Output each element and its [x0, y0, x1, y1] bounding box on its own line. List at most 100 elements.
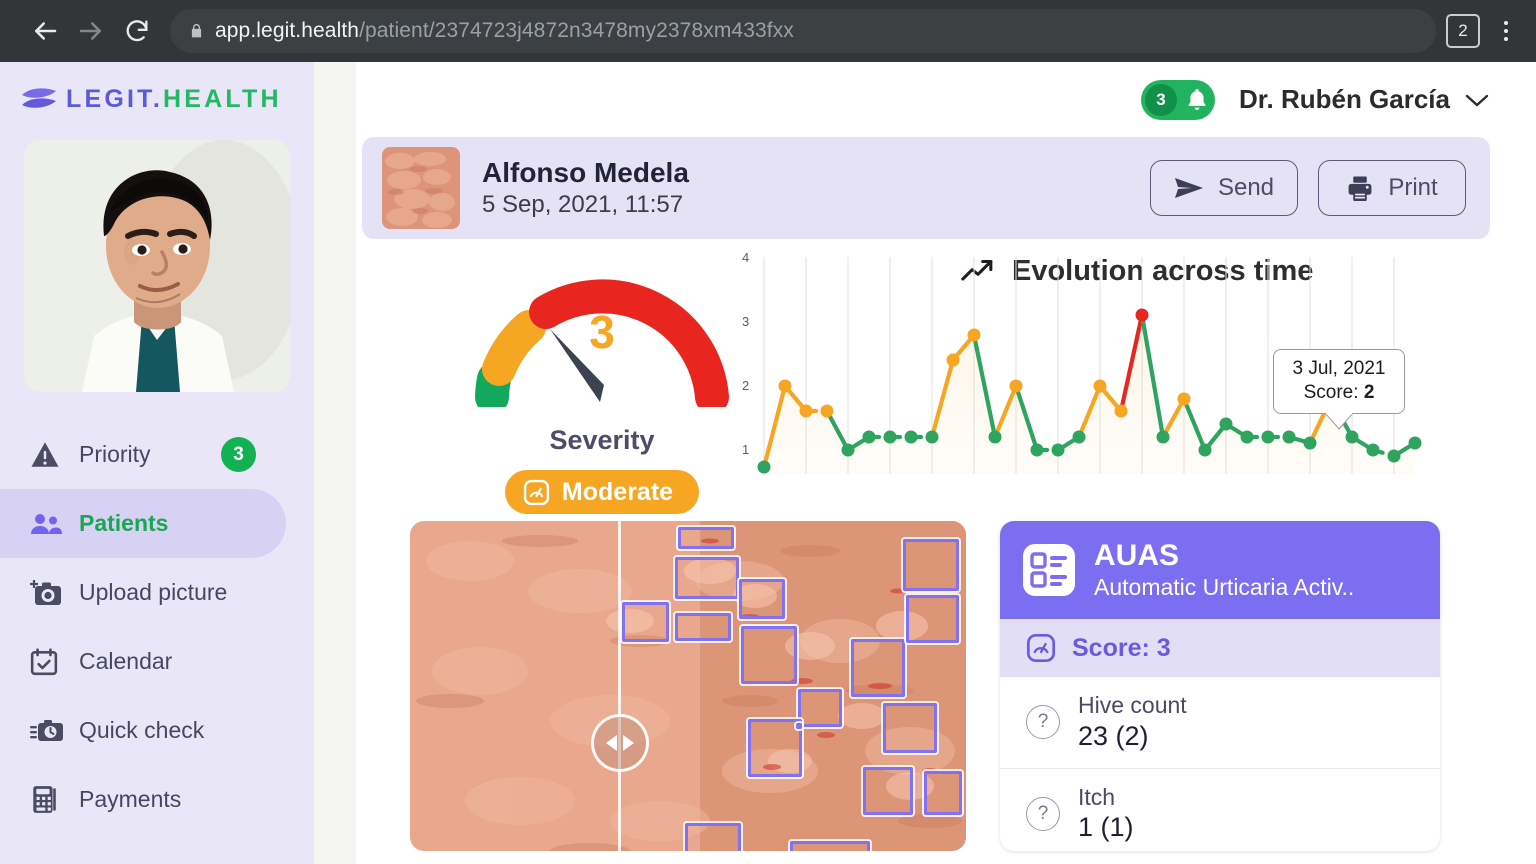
severity-gauge: 3 [472, 257, 732, 414]
lesion-box[interactable] [622, 602, 669, 642]
lesion-box[interactable] [903, 539, 959, 591]
avatar [24, 140, 290, 392]
print-button[interactable]: Print [1318, 160, 1466, 216]
lesion-box[interactable] [863, 767, 913, 815]
lesion-box[interactable] [748, 719, 802, 777]
people-icon [30, 512, 64, 536]
auas-item-itch[interactable]: ? Itch 1 (1) [1000, 769, 1440, 852]
camera-clock-icon [30, 719, 64, 743]
address-bar[interactable]: app.legit.health/patient/2374723j4872n34… [170, 9, 1436, 53]
lesion-box[interactable] [739, 579, 785, 619]
severity-status-badge[interactable]: Moderate [504, 470, 700, 514]
speedometer-icon [523, 479, 550, 505]
chart-ytick-3: 3 [742, 314, 749, 329]
comparison-slider-handle[interactable] [591, 714, 649, 772]
lesion-box[interactable] [685, 823, 741, 851]
chart-tooltip-score-value: 2 [1363, 381, 1375, 403]
sidebar-item-label: Payments [79, 786, 182, 812]
sidebar-item-patients[interactable]: Patients [0, 489, 286, 558]
doctor-avatar-photo [24, 140, 290, 392]
auas-item-label: Hive count [1078, 692, 1187, 718]
calendar-check-icon [30, 647, 64, 676]
sidebar-item-calendar[interactable]: Calendar [0, 627, 314, 696]
sidebar-item-payments[interactable]: Payments [0, 765, 314, 834]
lesion-box[interactable] [741, 626, 797, 684]
patient-lesion-thumbnail[interactable] [382, 147, 460, 229]
sidebar-item-label: Calendar [79, 648, 173, 674]
main-content: 3 Dr. Rubén García Alfonso Medela 5 Sep,… [356, 62, 1536, 864]
auas-item-value: 1 (1) [1078, 812, 1134, 843]
patient-name: Alfonso Medela [482, 156, 689, 188]
notifications-button[interactable]: 3 [1141, 79, 1216, 120]
legit-health-logo-icon [22, 88, 56, 108]
printer-icon [1348, 176, 1372, 201]
priority-badge: 3 [221, 437, 256, 472]
patient-meta: Alfonso Medela 5 Sep, 2021, 11:57 [482, 157, 689, 219]
tooltip-tail-icon [1325, 412, 1353, 430]
sidebar-item-quick-check[interactable]: Quick check [0, 696, 314, 765]
lesion-box[interactable] [678, 527, 734, 549]
send-button-label: Send [1217, 174, 1275, 201]
detail-row: AUAS Automatic Urticaria Activ.. Score: … [356, 521, 1536, 851]
doctor-name[interactable]: Dr. Rubén García [1239, 84, 1450, 115]
logo-part-a: LEGIT. [66, 84, 163, 113]
sidebar: LEGIT.HEALTH Priority 3 Patients Upload … [0, 62, 314, 864]
sidebar-menu: Priority 3 Patients Upload picture Calen… [0, 420, 314, 834]
speedometer-icon [1026, 633, 1056, 663]
lesion-box[interactable] [675, 613, 731, 641]
chart-ytick-1: 1 [742, 442, 749, 457]
lock-icon [188, 21, 205, 41]
chart-tooltip-score-label: Score: [1303, 381, 1359, 403]
sidebar-divider [314, 62, 356, 864]
camera-plus-icon [30, 579, 64, 606]
forward-button[interactable] [68, 8, 114, 54]
lesion-box[interactable] [883, 703, 937, 753]
app-logo[interactable]: LEGIT.HEALTH [0, 62, 314, 136]
tab-count-button[interactable]: 2 [1446, 14, 1480, 48]
severity-gauge-block: 3 Severity Moderate [452, 257, 752, 514]
bell-icon [1188, 88, 1206, 110]
reload-icon [126, 20, 148, 42]
chevron-down-icon[interactable] [1464, 92, 1490, 108]
auas-subtitle: Automatic Urticaria Activ.. [1094, 573, 1355, 600]
patient-actions: Send Print [1150, 160, 1466, 216]
severity-status-text: Moderate [561, 477, 674, 506]
address-bar-text: app.legit.health/patient/2374723j4872n34… [215, 19, 794, 43]
severity-label: Severity [549, 425, 655, 455]
send-icon [1174, 178, 1203, 198]
calculator-icon [30, 785, 64, 815]
auas-item-value: 23 (2) [1078, 720, 1149, 751]
lesion-box[interactable] [796, 723, 802, 729]
question-mark-icon[interactable]: ? [1026, 705, 1060, 740]
lesion-box[interactable] [675, 557, 739, 599]
sidebar-item-label: Patients [79, 510, 169, 536]
sidebar-item-upload-picture[interactable]: Upload picture [0, 558, 314, 627]
back-button[interactable] [22, 8, 68, 54]
arrow-left-icon [35, 22, 57, 40]
chart-ytick-4: 4 [742, 250, 749, 265]
lesion-box[interactable] [790, 841, 870, 851]
sidebar-item-label: Priority [79, 441, 151, 467]
sidebar-item-priority[interactable]: Priority 3 [0, 420, 314, 489]
lesion-box[interactable] [906, 595, 959, 643]
reload-button[interactable] [114, 8, 160, 54]
severity-gauge-value: 3 [589, 306, 615, 358]
kebab-menu-icon[interactable] [1486, 9, 1526, 53]
question-mark-icon[interactable]: ? [1026, 796, 1060, 831]
lesion-box[interactable] [924, 771, 962, 815]
url-host: app.legit.health [215, 19, 360, 42]
url-path: /patient/2374723j4872n3478my2378xm433fxx [359, 19, 794, 42]
lesion-box[interactable] [851, 639, 905, 697]
chart-tooltip: 3 Jul, 2021 Score: 2 [1273, 349, 1405, 430]
comparison-slider-line [618, 521, 621, 851]
auas-card: AUAS Automatic Urticaria Activ.. Score: … [1000, 521, 1440, 851]
auas-card-title-block: AUAS Automatic Urticaria Activ.. [1094, 539, 1354, 602]
send-button[interactable]: Send [1150, 160, 1298, 216]
patient-visit-date: 5 Sep, 2021, 11:57 [482, 191, 684, 219]
lesion-box[interactable] [798, 689, 842, 727]
lesion-image-comparison[interactable] [410, 521, 966, 851]
auas-item-hive-count[interactable]: ? Hive count 23 (2) [1000, 677, 1440, 769]
print-button-label: Print [1388, 174, 1438, 201]
summary-row: 3 Severity Moderate Evolution across tim… [356, 249, 1536, 514]
auas-item-label: Itch [1078, 783, 1116, 810]
